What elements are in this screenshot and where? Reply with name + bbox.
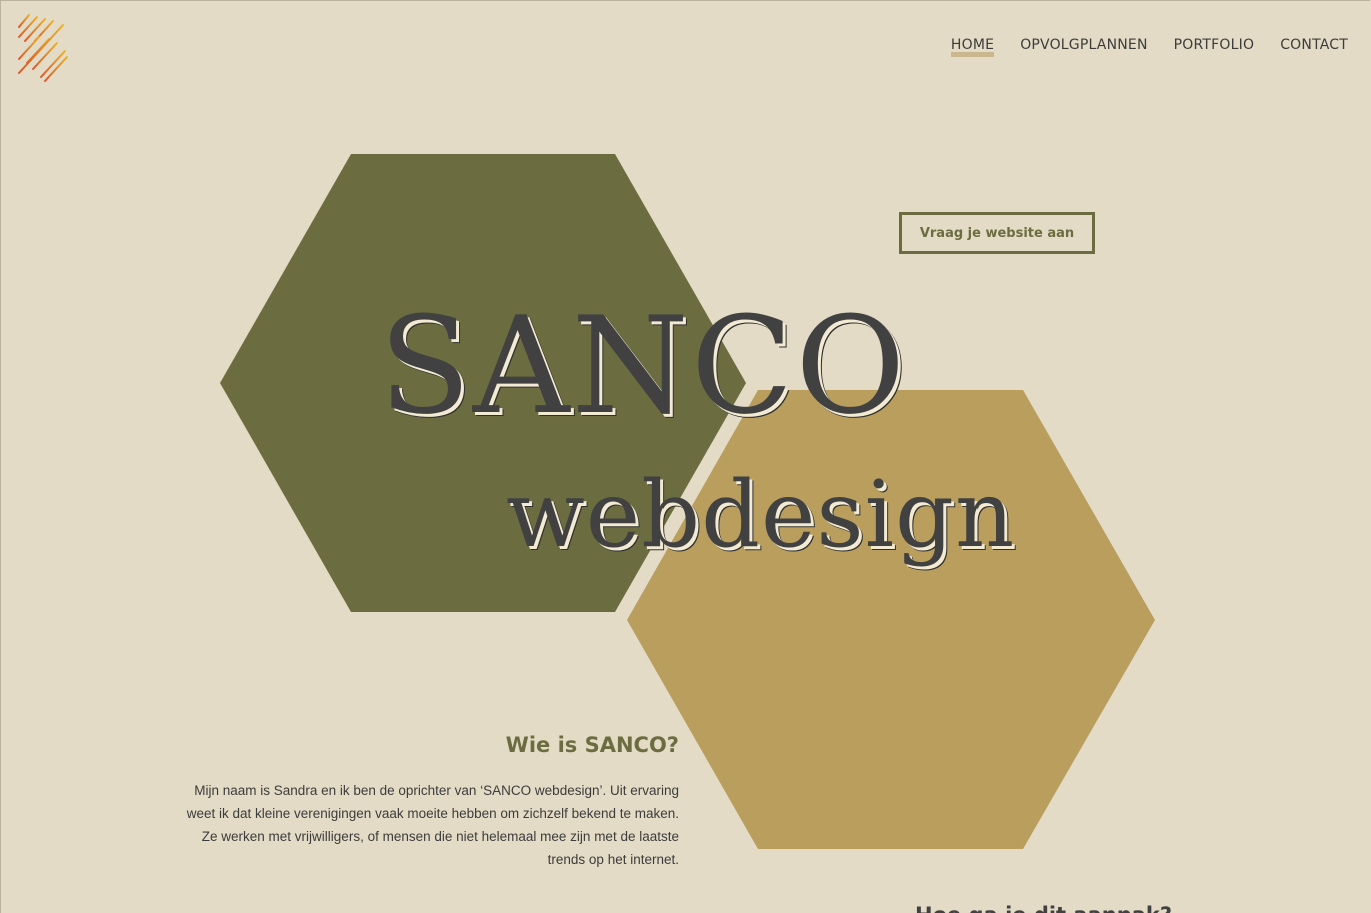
hero-hexagons <box>220 154 1155 849</box>
about-text: Mijn naam is Sandra en ik ben de opricht… <box>186 783 679 867</box>
page: HOME OPVOLGPLANNEN PORTFOLIO CONTACT Vra… <box>0 0 1370 913</box>
request-website-button[interactable]: Vraag je website aan <box>899 212 1095 254</box>
about-heading: Wie is SANCO? <box>505 733 679 757</box>
hero-title: SANCO <box>379 288 908 444</box>
hero-subtitle: webdesign <box>506 461 1016 568</box>
next-section-heading: Hoe ga je dit aanpak? <box>915 903 1172 913</box>
gold-hexagon <box>627 390 1155 849</box>
